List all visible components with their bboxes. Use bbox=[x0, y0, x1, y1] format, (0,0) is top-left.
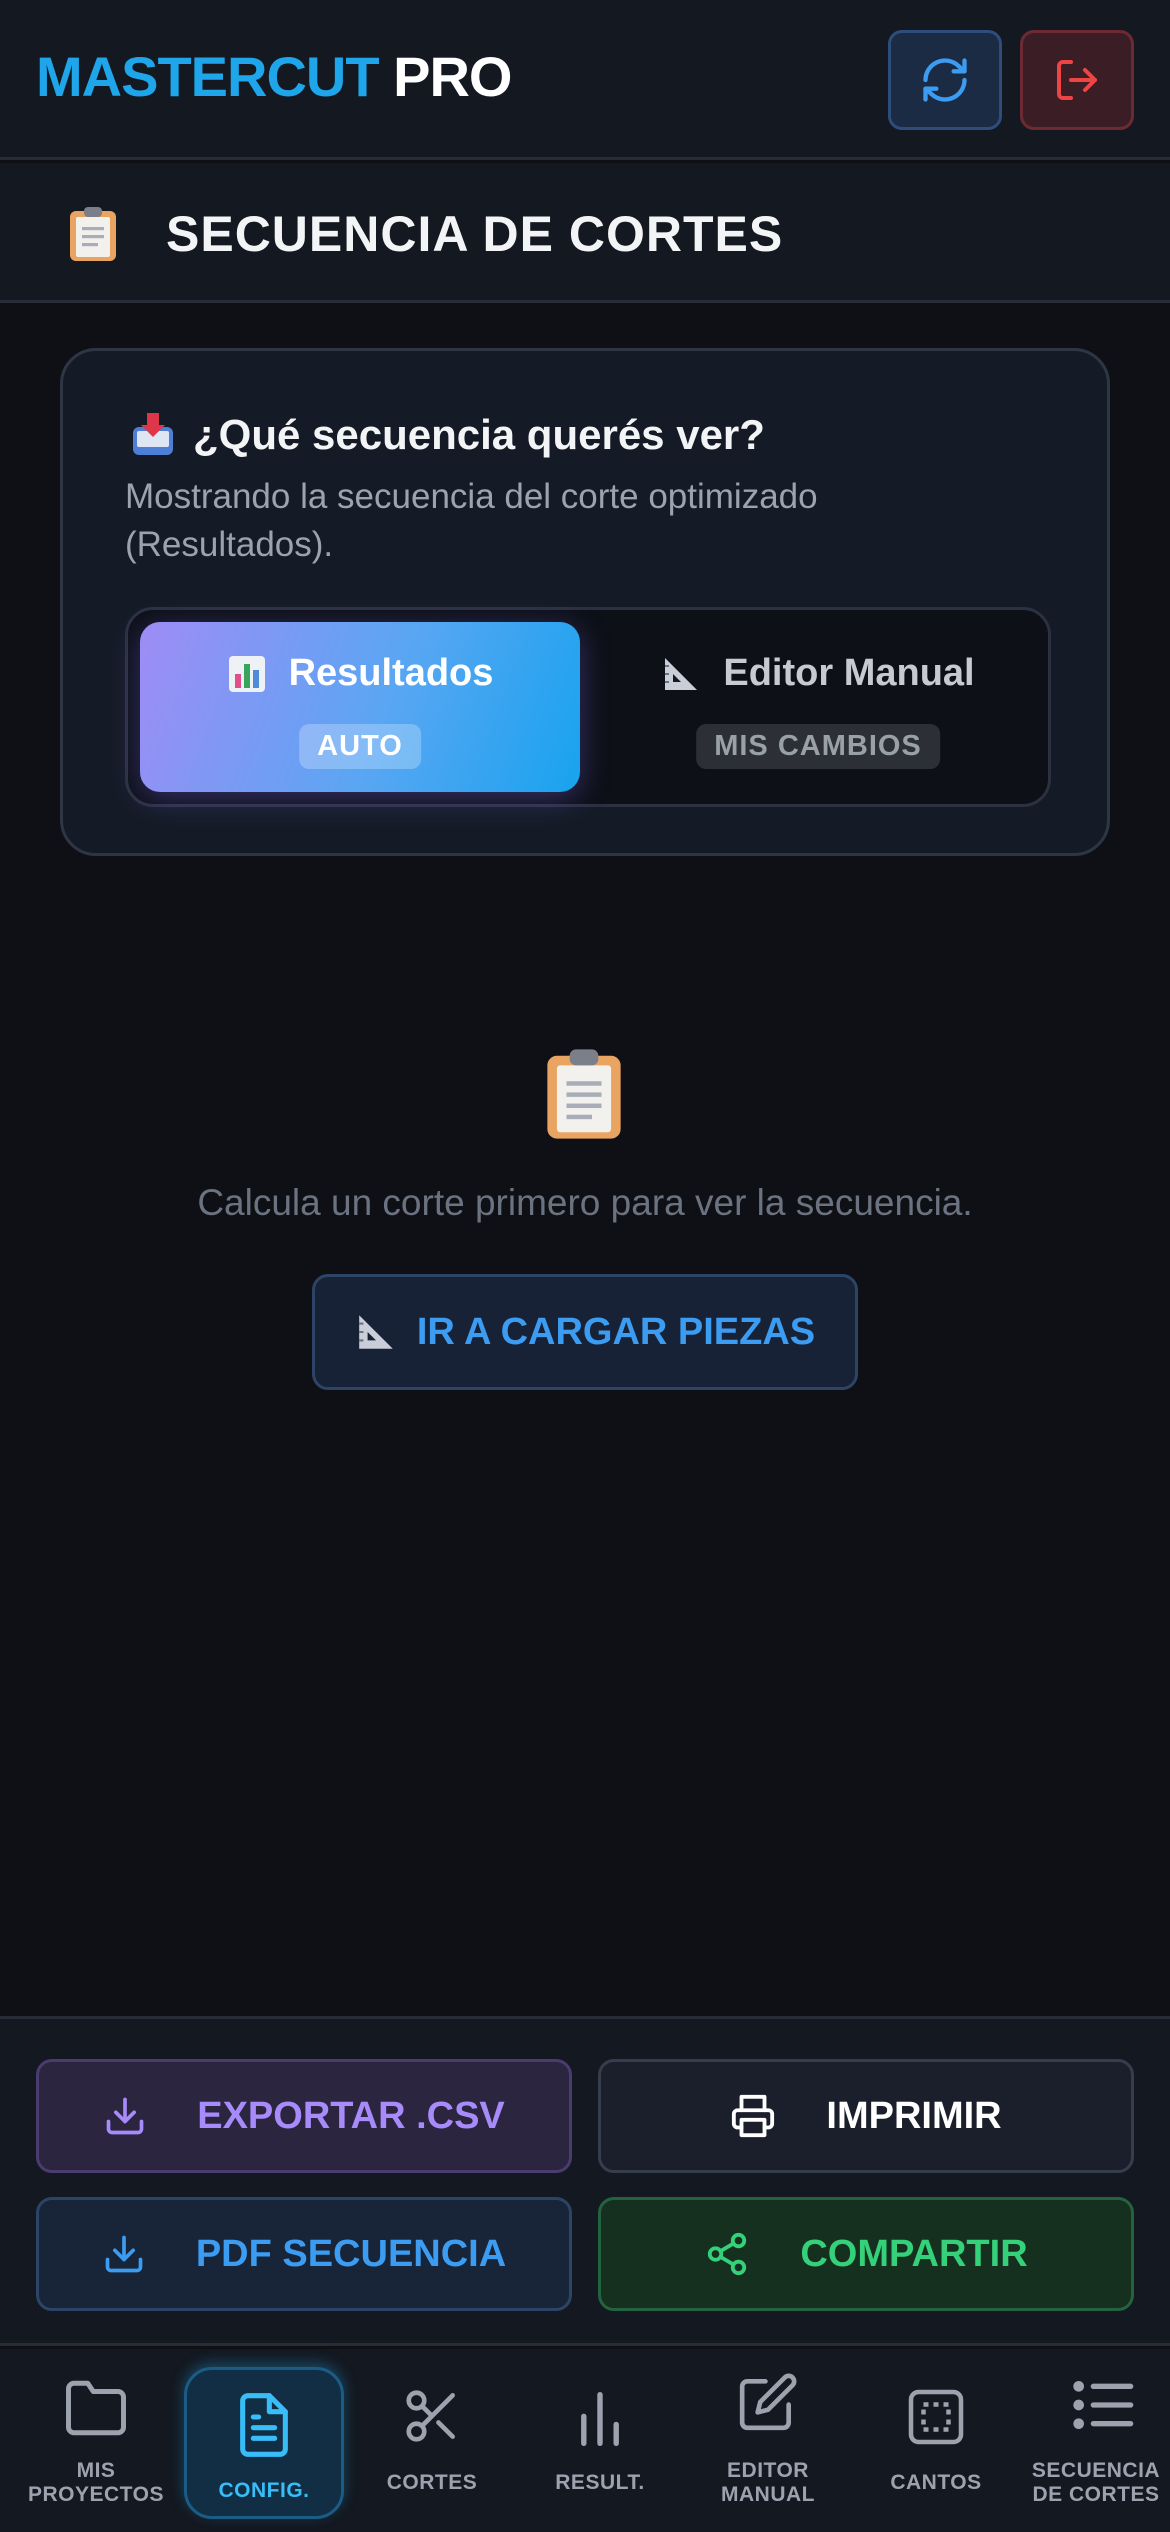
logout-button[interactable] bbox=[1020, 30, 1134, 130]
nav-item-editor-manual[interactable]: EDITOR MANUAL bbox=[688, 2349, 848, 2532]
document-icon bbox=[240, 2393, 288, 2457]
print-button[interactable]: IMPRIMIR bbox=[598, 2059, 1134, 2173]
nav-label-line: MIS bbox=[76, 2459, 116, 2482]
pdf-sequence-label: PDF SECUENCIA bbox=[195, 2232, 507, 2275]
empty-state-message: Calcula un corte primero para ver la sec… bbox=[197, 1182, 973, 1223]
triangle-ruler-icon bbox=[359, 1315, 393, 1349]
pdf-sequence-button[interactable]: PDF SECUENCIA bbox=[36, 2197, 572, 2311]
nav-label: SECUENCIA DE CORTES bbox=[1016, 2459, 1170, 2507]
bottom-navigation: MIS PROYECTOS CONFIG. CORTES RESULT. EDI… bbox=[0, 2349, 1170, 2532]
option-resultados-tag: AUTO bbox=[299, 724, 421, 769]
brand-primary: MASTERCUT bbox=[36, 45, 380, 108]
nav-label-line: SECUENCIA bbox=[1031, 2459, 1161, 2482]
refresh-button[interactable] bbox=[888, 30, 1002, 130]
export-csv-button[interactable]: EXPORTAR .CSV bbox=[36, 2059, 572, 2173]
bar-chart-icon bbox=[228, 655, 265, 692]
app-brand: MASTERCUT PRO bbox=[36, 44, 512, 109]
download-icon bbox=[105, 2235, 143, 2273]
option-editor-manual-tag: MIS CAMBIOS bbox=[696, 724, 940, 769]
folder-icon bbox=[66, 2380, 126, 2436]
option-editor-manual[interactable]: Editor Manual MIS CAMBIOS bbox=[598, 622, 1038, 792]
action-panel: EXPORTAR .CSV IMPRIMIR PDF SECUENCIA COM… bbox=[0, 2016, 1170, 2346]
edit-icon bbox=[739, 2373, 797, 2431]
selector-question: ¿Qué secuencia querés ver? bbox=[193, 411, 765, 458]
nav-label-line: PROYECTOS bbox=[28, 2483, 164, 2506]
frame-icon bbox=[908, 2389, 964, 2445]
nav-label: CORTES bbox=[386, 2471, 478, 2494]
option-editor-manual-label: Editor Manual bbox=[723, 652, 975, 694]
nav-label-line: EDITOR bbox=[727, 2459, 809, 2482]
clipboard-icon bbox=[547, 1049, 621, 1139]
section-header: SECUENCIA DE CORTES bbox=[0, 163, 1170, 303]
scissors-icon bbox=[406, 2390, 455, 2442]
bar-chart-icon bbox=[581, 2392, 619, 2446]
brand-secondary: PRO bbox=[393, 45, 512, 108]
sequence-selector-card: ¿Qué secuencia querés ver? Mostrando la … bbox=[60, 348, 1110, 856]
nav-item-mis-proyectos[interactable]: MIS PROYECTOS bbox=[16, 2349, 176, 2532]
share-label: COMPARTIR bbox=[800, 2232, 1028, 2275]
nav-label: RESULT. bbox=[555, 2471, 645, 2494]
sequence-source-toggle: Resultados AUTO Editor Manual MIS CAMBIO… bbox=[125, 607, 1051, 807]
nav-item-cortes[interactable]: CORTES bbox=[352, 2349, 512, 2532]
nav-label: CANTOS bbox=[890, 2471, 982, 2494]
export-csv-label: EXPORTAR .CSV bbox=[197, 2094, 505, 2137]
go-to-load-pieces-button[interactable]: IR A CARGAR PIEZAS bbox=[312, 1274, 858, 1390]
selector-description: Mostrando la secuencia del corte optimiz… bbox=[125, 477, 818, 564]
nav-label-line: MANUAL bbox=[721, 2483, 815, 2506]
nav-label: CONFIG. bbox=[218, 2479, 310, 2502]
go-to-load-pieces-label: IR A CARGAR PIEZAS bbox=[416, 1310, 816, 1353]
clipboard-icon bbox=[70, 207, 116, 261]
share-button[interactable]: COMPARTIR bbox=[598, 2197, 1134, 2311]
nav-item-secuencia[interactable]: SECUENCIA DE CORTES bbox=[1024, 2349, 1170, 2532]
printer-icon bbox=[732, 2094, 775, 2138]
nav-label: EDITOR MANUAL bbox=[688, 2459, 848, 2507]
share-icon bbox=[708, 2232, 747, 2276]
nav-item-cantos[interactable]: CANTOS bbox=[856, 2349, 1016, 2532]
nav-label: MIS PROYECTOS bbox=[16, 2459, 176, 2507]
nav-label-line: DE CORTES bbox=[1032, 2483, 1160, 2506]
logout-icon bbox=[1057, 60, 1097, 100]
option-resultados[interactable]: Resultados AUTO bbox=[140, 622, 580, 792]
inbox-download-icon bbox=[133, 413, 173, 455]
refresh-icon bbox=[923, 58, 967, 102]
option-resultados-label: Resultados bbox=[288, 652, 494, 694]
download-icon bbox=[106, 2097, 144, 2135]
print-label: IMPRIMIR bbox=[826, 2094, 1002, 2137]
nav-item-result[interactable]: RESULT. bbox=[520, 2349, 680, 2532]
triangle-ruler-icon bbox=[665, 657, 698, 690]
nav-item-config[interactable]: CONFIG. bbox=[184, 2349, 344, 2532]
section-title: SECUENCIA DE CORTES bbox=[166, 206, 784, 262]
top-app-bar: MASTERCUT PRO bbox=[0, 0, 1170, 160]
list-icon bbox=[1073, 2381, 1134, 2430]
